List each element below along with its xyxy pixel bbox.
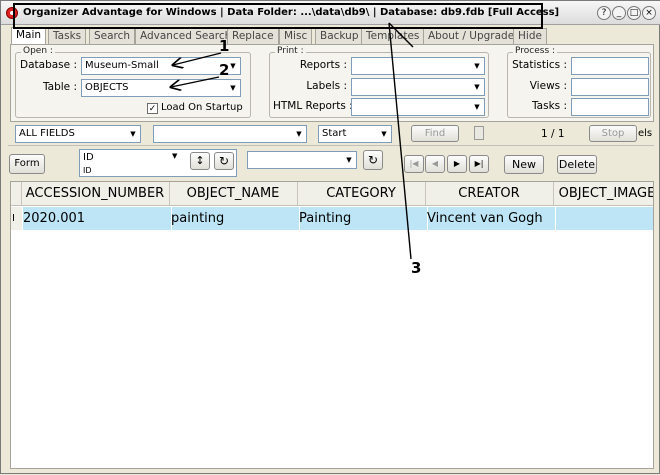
annotation-arrow-3-branch [388,22,414,48]
annotation-number-1: 1 [219,37,230,55]
annotation-arrow-3 [388,22,412,260]
annotation-number-3: 3 [411,259,422,277]
app-window: Organizer Advantage for Windows | Data F… [0,0,660,474]
annotation-arrows [1,22,414,260]
annotation-arrow-1 [173,52,222,65]
annotation-number-2: 2 [219,61,230,79]
annotation-arrow-2 [171,76,220,87]
